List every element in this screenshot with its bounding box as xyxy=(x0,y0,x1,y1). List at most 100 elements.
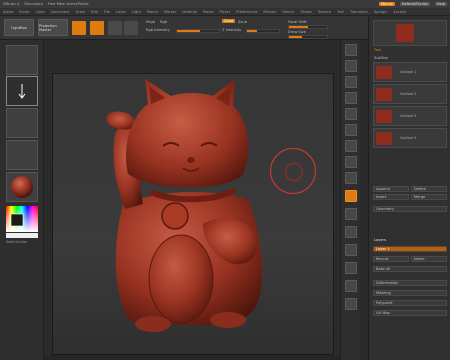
move-icon[interactable] xyxy=(108,21,122,35)
lightbox-button[interactable]: LightBox xyxy=(4,19,34,36)
draw-icon[interactable] xyxy=(90,21,104,35)
texture-slot[interactable] xyxy=(6,140,38,170)
move-icon[interactable] xyxy=(345,208,357,220)
menu-preferences[interactable]: Preferences xyxy=(236,10,257,14)
current-tool-thumb[interactable] xyxy=(396,24,414,42)
brush-slot[interactable] xyxy=(6,45,38,75)
menu-texture[interactable]: Texture xyxy=(318,10,331,14)
scroll-icon[interactable] xyxy=(345,60,357,72)
help-button[interactable]: Help xyxy=(434,2,447,6)
menu-edit[interactable]: Edit xyxy=(91,10,98,14)
frame-icon[interactable] xyxy=(345,190,357,202)
persp-icon[interactable] xyxy=(345,124,357,136)
menu-file[interactable]: File xyxy=(104,10,110,14)
delete-button[interactable]: Delete xyxy=(411,186,447,192)
layer-row[interactable]: Layer 1 xyxy=(373,246,447,252)
masking-section[interactable]: Masking xyxy=(373,290,447,296)
zoom-icon[interactable] xyxy=(345,76,357,88)
status-bar xyxy=(44,355,340,360)
tool-thumbnails[interactable] xyxy=(373,20,447,46)
geometry-section[interactable]: Geometry xyxy=(373,206,447,212)
menu-material[interactable]: Material xyxy=(182,10,197,14)
subtool-item[interactable]: Subtool 3 xyxy=(373,106,447,126)
menu-movie[interactable]: Movie xyxy=(203,10,214,14)
actual-icon[interactable] xyxy=(345,92,357,104)
deformation-section[interactable]: Deformation xyxy=(373,280,447,286)
record-button[interactable]: Record xyxy=(373,256,409,262)
menu-brush[interactable]: Brush xyxy=(19,10,29,14)
append-button[interactable]: Append xyxy=(373,186,409,192)
rgb-label[interactable]: Rgb xyxy=(160,20,167,24)
layers-title[interactable]: Layers xyxy=(374,238,386,242)
zsub-button[interactable]: Zsub xyxy=(238,20,247,24)
subtool-item[interactable]: Subtool 4 xyxy=(373,128,447,148)
rgb-intensity-slider[interactable] xyxy=(176,29,220,33)
menu-zscript[interactable]: Zscript xyxy=(393,10,405,14)
transp-icon[interactable] xyxy=(345,280,357,292)
xpose-icon[interactable] xyxy=(345,298,357,310)
menu-bar: Alpha Brush Color Document Draw Edit Fil… xyxy=(0,8,450,16)
menu-stencil[interactable]: Stencil xyxy=(282,10,294,14)
default-zscript-button[interactable]: DefaultZScript xyxy=(399,2,430,6)
menu-tool[interactable]: Tool xyxy=(337,10,344,14)
subtool-item[interactable]: Subtool 2 xyxy=(373,84,447,104)
menu-transform[interactable]: Transform xyxy=(350,10,368,14)
xyz-icon[interactable] xyxy=(345,172,357,184)
material-slot[interactable] xyxy=(6,172,38,202)
menu-stroke[interactable]: Stroke xyxy=(300,10,311,14)
local-icon[interactable] xyxy=(345,156,357,168)
aahalf-icon[interactable] xyxy=(345,108,357,120)
menu-macro[interactable]: Macro xyxy=(147,10,158,14)
bake-all-button[interactable]: Bake All xyxy=(373,266,447,272)
menu-color[interactable]: Color xyxy=(36,10,45,14)
scale-icon[interactable] xyxy=(345,226,357,238)
draw-size-slider[interactable] xyxy=(288,35,328,39)
append-label: Append xyxy=(376,187,390,191)
merge-button[interactable]: Merge xyxy=(411,194,447,200)
menu-zplugin[interactable]: Zplugin xyxy=(374,10,388,14)
uvmap-section[interactable]: UV Map xyxy=(373,310,447,316)
subtool-item[interactable]: Subtool 1 xyxy=(373,62,447,82)
name-button[interactable]: Name xyxy=(411,256,447,262)
menu-render[interactable]: Render xyxy=(263,10,276,14)
document-title: Document xyxy=(24,2,43,6)
edit-icon[interactable] xyxy=(72,21,86,35)
subtool-label: Subtool 1 xyxy=(400,70,417,74)
switch-color-label[interactable]: SwitchColor xyxy=(6,240,27,244)
name-label: Name xyxy=(414,257,425,261)
menu-marker[interactable]: Marker xyxy=(164,10,176,14)
document-canvas[interactable] xyxy=(52,73,334,355)
menu-document[interactable]: Document xyxy=(51,10,70,14)
menu-alpha[interactable]: Alpha xyxy=(3,10,13,14)
menu-draw[interactable]: Draw xyxy=(76,10,85,14)
focal-shift-slider[interactable] xyxy=(288,25,328,29)
mrgb-label[interactable]: Mrgb xyxy=(146,20,155,24)
polypaint-section[interactable]: Polypaint xyxy=(373,300,447,306)
menu-layer[interactable]: Layer xyxy=(116,10,126,14)
menus-button[interactable]: Menus xyxy=(379,2,395,6)
uvmap-label: UV Map xyxy=(376,311,390,315)
projection-master-button[interactable]: Projection Master xyxy=(38,19,68,36)
lucky-cat-model[interactable] xyxy=(53,74,335,356)
subtool-title[interactable]: SubTool xyxy=(374,56,388,60)
rotate-icon[interactable] xyxy=(345,244,357,256)
bpr-icon[interactable] xyxy=(345,44,357,56)
scale-icon[interactable] xyxy=(124,21,138,35)
menu-picker[interactable]: Picker xyxy=(220,10,231,14)
stroke-slot[interactable] xyxy=(6,76,38,106)
material-sphere-icon xyxy=(11,176,33,198)
brush-cursor xyxy=(270,148,316,194)
insert-button[interactable]: Insert xyxy=(373,194,409,200)
polyf-icon[interactable] xyxy=(345,262,357,274)
color-picker[interactable] xyxy=(6,206,38,238)
zadd-button[interactable]: Zadd xyxy=(222,19,236,23)
tool-header[interactable]: Tool xyxy=(374,48,381,52)
polypaint-label: Polypaint xyxy=(376,301,393,305)
alpha-slot[interactable] xyxy=(6,108,38,138)
delete-label: Delete xyxy=(414,187,426,191)
color-picker-swatch xyxy=(6,206,38,238)
masking-label: Masking xyxy=(376,291,391,295)
floor-icon[interactable] xyxy=(345,140,357,152)
menu-light[interactable]: Light xyxy=(132,10,141,14)
z-intensity-slider[interactable] xyxy=(246,29,280,33)
